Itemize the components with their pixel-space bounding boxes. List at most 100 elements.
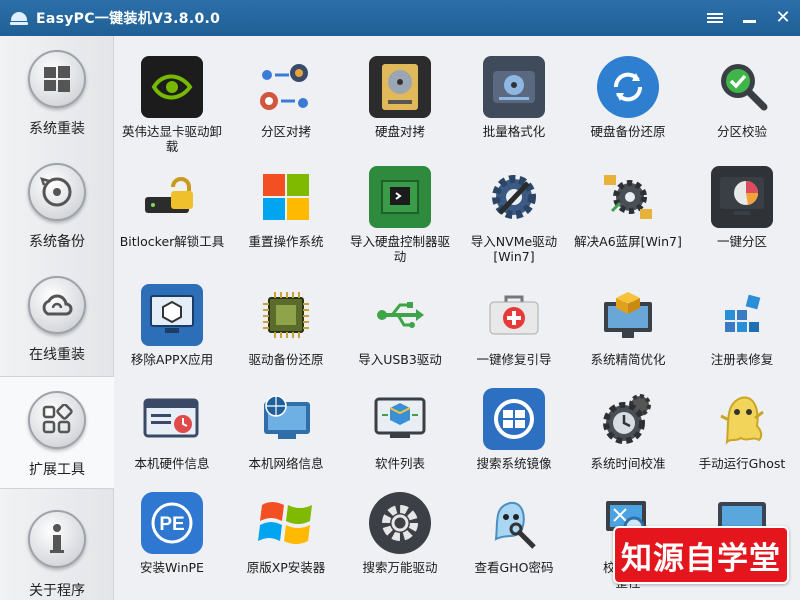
tool-hardware-info[interactable]: 本机硬件信息 [115,368,229,471]
minimize-icon [742,19,756,23]
tool-label: 分区校验 [716,124,767,139]
windows-logo-icon [28,50,86,108]
disk-controller-icon [369,166,431,228]
ghost-key-icon [483,492,545,554]
tool-label: 一键分区 [716,234,767,249]
sidebar-item-label: 在线重装 [29,347,85,363]
tool-xp-installer[interactable]: 原版XP安装器 [229,472,343,575]
sidebar-item-label: 系统备份 [29,234,85,250]
info-icon [28,510,86,568]
tool-label: 导入硬盘控制器驱动 [349,234,450,264]
close-button[interactable]: ✕ [766,0,800,36]
title-bar: EasyPC一键装机V3.8.0.0 ✕ [0,0,800,36]
chip-icon [255,284,317,346]
tool-label: 导入NVMe驱动[Win7] [470,234,558,264]
tool-disk-copy[interactable]: 硬盘对拷 [343,36,457,139]
tool-repair-boot[interactable]: 一键修复引导 [457,264,571,367]
software-list-icon [369,388,431,450]
tool-import-usb3-driver[interactable]: 导入USB3驱动 [343,264,457,367]
tool-label: 解决A6蓝屏[Win7] [574,234,682,249]
tool-label: 搜索系统镜像 [476,456,552,471]
sidebar-item-system-backup[interactable]: 系统备份 [0,149,114,262]
nvidia-icon [141,56,203,118]
tool-label: 软件列表 [374,456,425,471]
tool-run-ghost[interactable]: 手动运行Ghost [685,368,799,471]
minimize-button[interactable] [732,0,766,36]
tool-one-click-partition[interactable]: 一键分区 [685,146,799,249]
tool-partition-copy[interactable]: 分区对拷 [229,36,343,139]
registry-icon [711,284,773,346]
tool-label: 查看GHO密码 [474,560,554,575]
disk-restore-icon [597,56,659,118]
usb-icon [369,284,431,346]
tool-label: 导入USB3驱动 [358,352,442,367]
watermark-badge: 知源自学堂 [613,526,789,584]
pie-partition-icon [711,166,773,228]
tool-label: 批量格式化 [482,124,546,139]
tool-label: 搜索万能驱动 [362,560,438,575]
cloud-icon [28,276,86,334]
tool-nvidia-uninstall[interactable]: 英伟达显卡驱动卸载 [115,36,229,154]
tool-install-winpe[interactable]: PE 安装WinPE [115,472,229,575]
sidebar-item-about[interactable]: 关于程序 [0,490,114,600]
search-image-icon [483,388,545,450]
tool-label: 硬盘对拷 [374,124,425,139]
tool-search-universal-driver[interactable]: 搜索万能驱动 [343,472,457,575]
tool-search-system-image[interactable]: 搜索系统镜像 [457,368,571,471]
tool-system-optimize[interactable]: 系统精简优化 [571,264,685,367]
tool-label: 移除APPX应用 [130,352,214,367]
tool-network-info[interactable]: 本机网络信息 [229,368,343,471]
hardware-info-icon [141,388,203,450]
tool-label: Bitlocker解锁工具 [119,234,225,249]
sidebar-item-label: 扩展工具 [29,462,85,478]
sidebar-item-label: 关于程序 [29,583,85,599]
sidebar-item-system-reinstall[interactable]: 系统重装 [0,36,114,149]
windows-xp-icon [255,492,317,554]
sidebar-item-extension-tools[interactable]: 扩展工具 [0,376,114,489]
tool-time-sync[interactable]: 系统时间校准 [571,368,685,471]
tool-label: 驱动备份还原 [248,352,324,367]
tool-label: 本机网络信息 [248,456,324,471]
tool-import-disk-controller-driver[interactable]: 导入硬盘控制器驱动 [343,146,457,264]
tool-label: 原版XP安装器 [246,560,326,575]
tool-fix-a6-bluescreen[interactable]: 解决A6蓝屏[Win7] [571,146,685,249]
tool-registry-repair[interactable]: 注册表修复 [685,264,799,367]
tool-label: 系统精简优化 [590,352,666,367]
tools-grid-icon [28,391,86,449]
nvme-gear-icon [483,166,545,228]
tool-batch-format[interactable]: 批量格式化 [457,36,571,139]
sidebar-item-online-reinstall[interactable]: 在线重装 [0,262,114,375]
disk-copy-icon [369,56,431,118]
windows-reset-icon [255,166,317,228]
tool-remove-appx[interactable]: 移除APPX应用 [115,264,229,367]
tool-driver-backup-restore[interactable]: 驱动备份还原 [229,264,343,367]
tool-label: 本机硬件信息 [134,456,210,471]
appx-remove-icon [141,284,203,346]
tool-label: 手动运行Ghost [698,456,786,471]
tool-view-gho-password[interactable]: 查看GHO密码 [457,472,571,575]
tool-software-list[interactable]: 软件列表 [343,368,457,471]
tool-label: 分区对拷 [260,124,311,139]
sidebar: 系统重装 系统备份 在线重装 扩展工具 关于程序 [0,36,114,600]
tool-bitlocker-unlock[interactable]: Bitlocker解锁工具 [115,146,229,249]
tool-label: 注册表修复 [710,352,774,367]
tool-disk-backup-restore[interactable]: 硬盘备份还原 [571,36,685,139]
app-logo-icon [10,9,28,27]
network-globe-icon [255,388,317,450]
window-title: EasyPC一键装机V3.8.0.0 [36,11,221,27]
menu-icon[interactable] [698,0,732,36]
partition-check-icon [711,56,773,118]
tool-partition-check[interactable]: 分区校验 [685,36,799,139]
tool-reset-os[interactable]: 重置操作系统 [229,146,343,249]
bitlocker-lock-icon [141,166,203,228]
format-disk-icon [483,56,545,118]
tool-label: 一键修复引导 [476,352,552,367]
bluescreen-fix-icon [597,166,659,228]
tool-import-nvme-driver[interactable]: 导入NVMe驱动[Win7] [457,146,571,264]
tool-label: 安装WinPE [140,560,204,575]
backup-disc-icon [28,163,86,221]
tools-grid: 英伟达显卡驱动卸载 分区对拷 硬盘对拷 批量格式化 硬盘备份还原 分区校验 Bi… [120,36,800,600]
system-optimize-icon [597,284,659,346]
partition-copy-icon [255,56,317,118]
ghost-icon [711,388,773,450]
